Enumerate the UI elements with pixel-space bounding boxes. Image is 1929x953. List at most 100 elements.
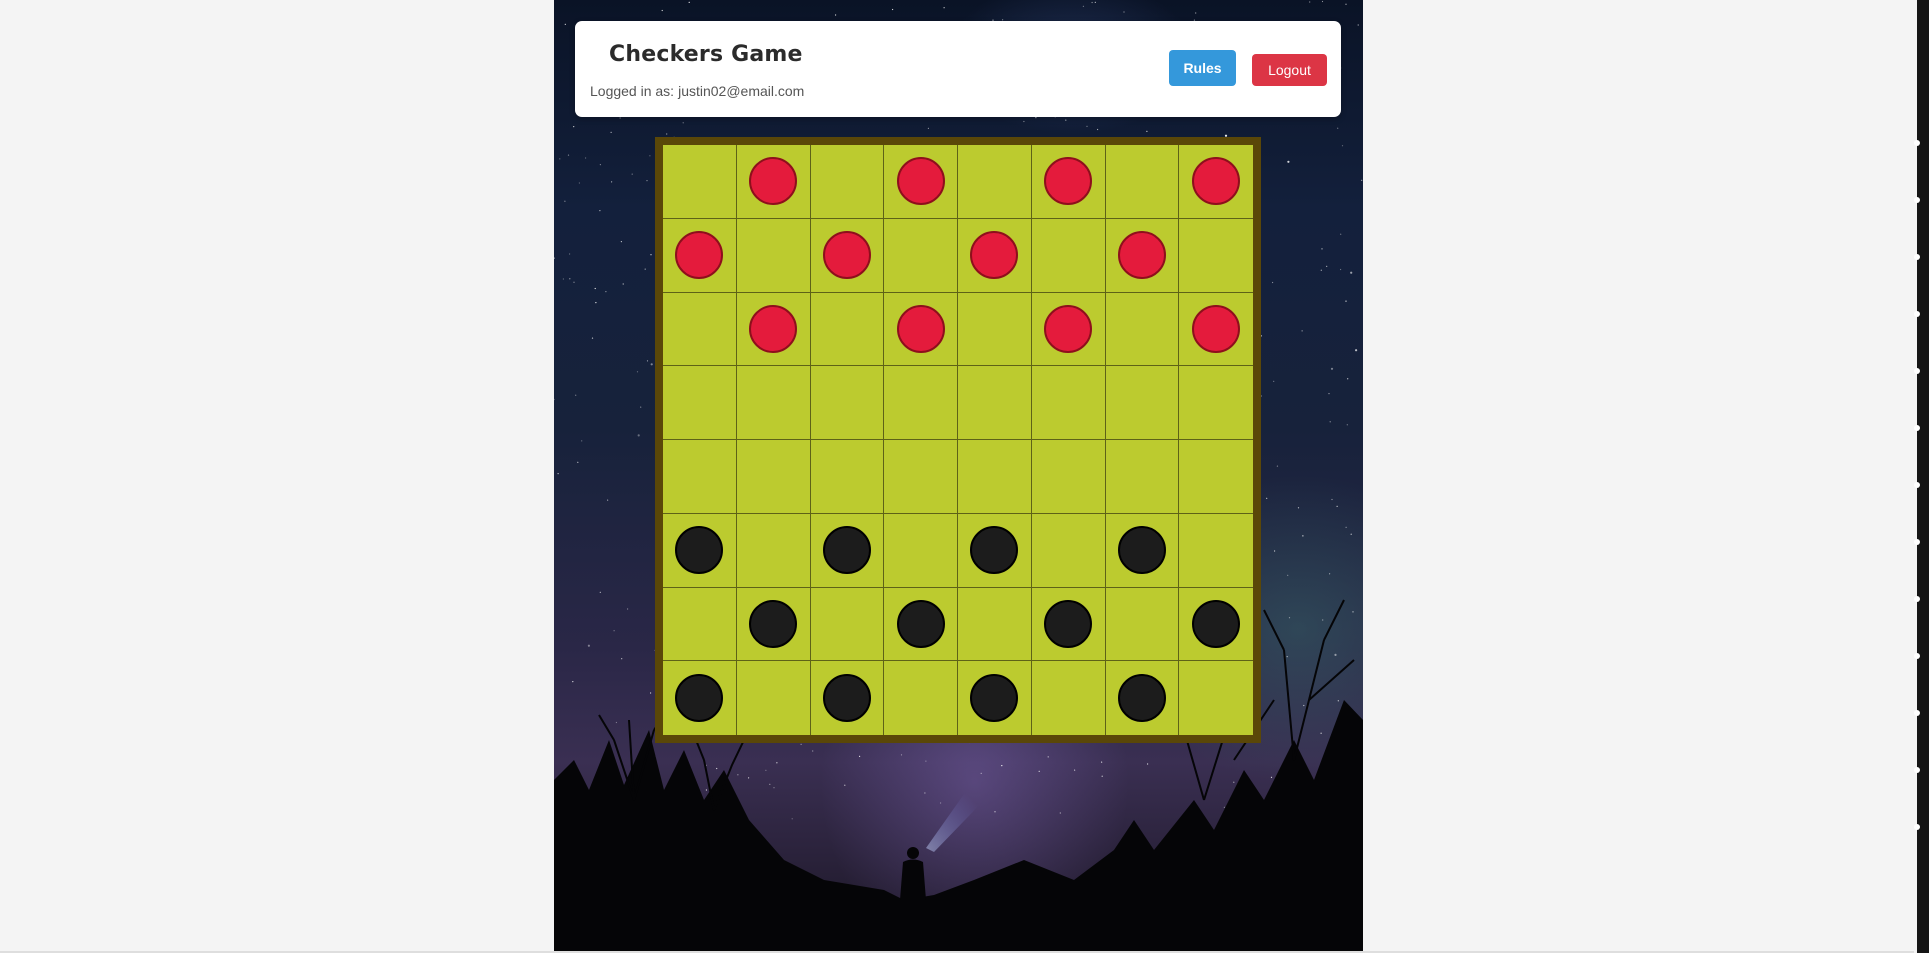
person-silhouette [900,847,926,900]
board-square-r8-c3[interactable] [810,661,885,735]
black-checker-piece[interactable] [1117,674,1166,723]
board-square-r6-c2[interactable] [736,513,811,588]
board-square-r6-c5[interactable] [958,513,1032,588]
red-checker-piece[interactable] [1192,157,1241,206]
red-checker-piece[interactable] [822,231,871,280]
board-square-r3-c2[interactable] [736,292,811,367]
board-square-r2-c2[interactable] [736,218,811,293]
board-square-r1-c4[interactable] [884,145,958,219]
board-square-r2-c8[interactable] [1179,218,1253,293]
black-checker-piece[interactable] [749,599,798,648]
board-square-r8-c1[interactable] [663,661,737,735]
board-square-r7-c1[interactable] [663,587,737,662]
board-square-r4-c4[interactable] [884,366,958,440]
board-square-r4-c8[interactable] [1179,366,1253,440]
edge-notch [1914,197,1920,203]
board-square-r4-c7[interactable] [1105,366,1180,440]
black-checker-piece[interactable] [1117,526,1166,575]
logged-in-info: Logged in as: justin02@email.com [590,83,808,99]
board-square-r3-c4[interactable] [884,292,958,367]
black-checker-piece[interactable] [970,526,1019,575]
red-checker-piece[interactable] [749,157,798,206]
board-square-r3-c6[interactable] [1031,292,1106,367]
board-square-r3-c8[interactable] [1179,292,1253,367]
board-square-r5-c8[interactable] [1179,440,1253,514]
board-square-r3-c7[interactable] [1105,292,1180,367]
board-square-r1-c1[interactable] [663,145,737,219]
board-square-r7-c6[interactable] [1031,587,1106,662]
black-checker-piece[interactable] [675,674,724,723]
board-square-r6-c6[interactable] [1031,513,1106,588]
board-square-r8-c8[interactable] [1179,661,1253,735]
board-square-r1-c6[interactable] [1031,145,1106,219]
checkers-board [663,145,1253,735]
black-checker-piece[interactable] [675,526,724,575]
board-square-r5-c1[interactable] [663,440,737,514]
board-square-r2-c6[interactable] [1031,218,1106,293]
board-square-r2-c7[interactable] [1105,218,1180,293]
board-square-r7-c5[interactable] [958,587,1032,662]
board-square-r6-c4[interactable] [884,513,958,588]
edge-notch [1914,254,1920,260]
red-checker-piece[interactable] [1044,157,1093,206]
board-square-r5-c2[interactable] [736,440,811,514]
board-square-r5-c3[interactable] [810,440,885,514]
red-checker-piece[interactable] [970,231,1019,280]
red-checker-piece[interactable] [896,157,945,206]
user-email: justin02@email.com [678,83,805,99]
board-square-r1-c3[interactable] [810,145,885,219]
board-square-r4-c6[interactable] [1031,366,1106,440]
black-checker-piece[interactable] [896,599,945,648]
board-square-r3-c1[interactable] [663,292,737,367]
black-checker-piece[interactable] [1192,599,1241,648]
board-square-r5-c5[interactable] [958,440,1032,514]
board-square-r4-c5[interactable] [958,366,1032,440]
board-square-r4-c2[interactable] [736,366,811,440]
rules-button[interactable]: Rules [1169,50,1236,86]
board-square-r8-c5[interactable] [958,661,1032,735]
board-square-r6-c8[interactable] [1179,513,1253,588]
board-square-r2-c1[interactable] [663,218,737,293]
board-square-r3-c3[interactable] [810,292,885,367]
board-square-r5-c4[interactable] [884,440,958,514]
logout-button[interactable]: Logout [1252,54,1327,86]
red-checker-piece[interactable] [1044,304,1093,353]
edge-notch [1914,710,1920,716]
edge-notch [1914,824,1920,830]
board-square-r4-c3[interactable] [810,366,885,440]
board-square-r6-c7[interactable] [1105,513,1180,588]
black-checker-piece[interactable] [822,526,871,575]
board-square-r2-c3[interactable] [810,218,885,293]
board-square-r5-c7[interactable] [1105,440,1180,514]
edge-notch [1914,425,1920,431]
board-square-r7-c2[interactable] [736,587,811,662]
board-square-r1-c7[interactable] [1105,145,1180,219]
red-checker-piece[interactable] [1192,304,1241,353]
red-checker-piece[interactable] [675,231,724,280]
board-square-r7-c7[interactable] [1105,587,1180,662]
board-square-r8-c2[interactable] [736,661,811,735]
black-checker-piece[interactable] [822,674,871,723]
board-square-r1-c5[interactable] [958,145,1032,219]
black-checker-piece[interactable] [1044,599,1093,648]
board-square-r7-c8[interactable] [1179,587,1253,662]
board-square-r8-c7[interactable] [1105,661,1180,735]
board-square-r7-c4[interactable] [884,587,958,662]
red-checker-piece[interactable] [749,304,798,353]
board-square-r8-c6[interactable] [1031,661,1106,735]
edge-notch [1914,140,1920,146]
board-square-r2-c5[interactable] [958,218,1032,293]
black-checker-piece[interactable] [970,674,1019,723]
board-square-r3-c5[interactable] [958,292,1032,367]
board-square-r1-c2[interactable] [736,145,811,219]
board-square-r7-c3[interactable] [810,587,885,662]
board-square-r8-c4[interactable] [884,661,958,735]
board-square-r1-c8[interactable] [1179,145,1253,219]
board-square-r5-c6[interactable] [1031,440,1106,514]
board-square-r6-c1[interactable] [663,513,737,588]
board-square-r4-c1[interactable] [663,366,737,440]
red-checker-piece[interactable] [1117,231,1166,280]
red-checker-piece[interactable] [896,304,945,353]
board-square-r2-c4[interactable] [884,218,958,293]
board-square-r6-c3[interactable] [810,513,885,588]
